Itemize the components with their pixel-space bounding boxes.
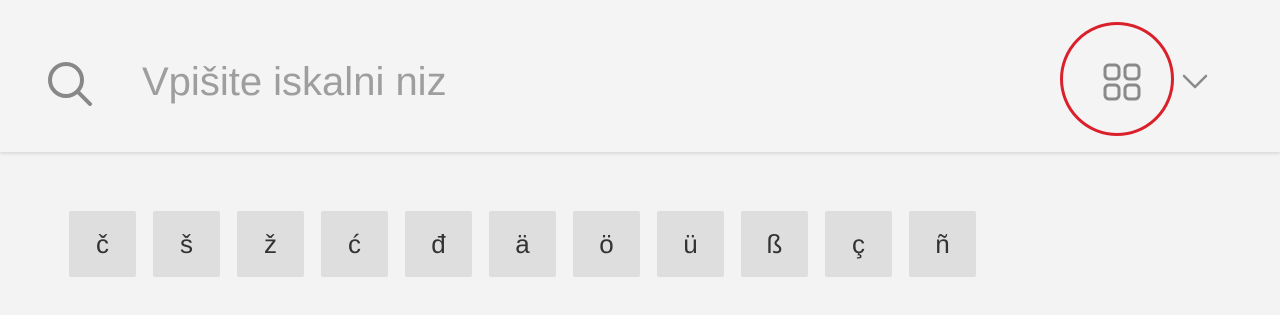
special-char-key[interactable]: ç [825,211,892,277]
search-bar [0,0,1280,152]
special-char-key[interactable]: č [69,211,136,277]
grid-icon[interactable] [1098,58,1146,106]
special-char-key[interactable]: š [153,211,220,277]
special-char-key[interactable]: ü [657,211,724,277]
search-icon[interactable] [44,58,96,110]
special-char-key[interactable]: ß [741,211,808,277]
search-widget: čšžćđäöüßçñ [0,0,1280,315]
chevron-down-icon[interactable] [1180,70,1210,94]
search-input[interactable] [142,52,1022,112]
special-characters-panel: čšžćđäöüßçñ [0,152,1280,315]
special-char-key[interactable]: đ [405,211,472,277]
special-char-key[interactable]: ä [489,211,556,277]
special-char-key[interactable]: ñ [909,211,976,277]
special-char-key[interactable]: ö [573,211,640,277]
special-char-key[interactable]: ž [237,211,304,277]
special-char-key[interactable]: ć [321,211,388,277]
special-characters-row: čšžćđäöüßçñ [69,211,976,277]
